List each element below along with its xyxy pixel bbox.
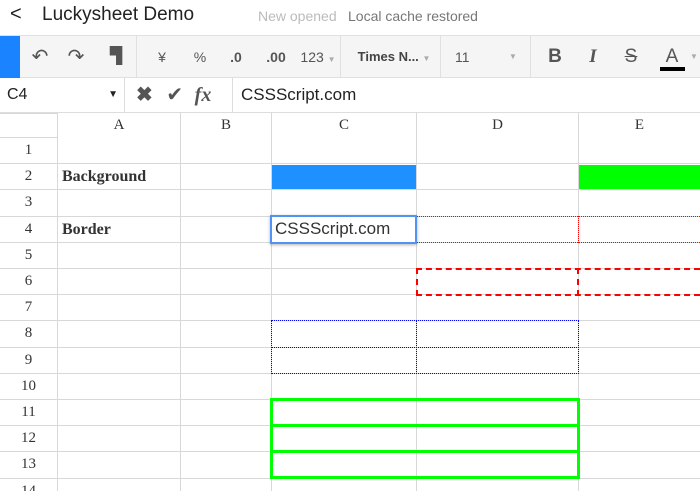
column-header-A[interactable]: A xyxy=(58,113,180,138)
formula-icons: ✖ ✔ fx xyxy=(136,78,211,112)
column-header-E[interactable]: E xyxy=(579,113,700,138)
font-family-dropdown[interactable]: Times N... ▼ xyxy=(352,36,436,78)
border-red-thin xyxy=(416,215,700,243)
name-box[interactable]: C4 ▼ xyxy=(0,78,125,112)
border-red-dashdot-divider xyxy=(577,268,579,296)
row-header-14[interactable]: 14 xyxy=(0,479,57,491)
row-header-11[interactable]: 11 xyxy=(0,400,57,425)
text-color-swatch xyxy=(660,67,685,71)
number-format-dropdown[interactable]: 123 ▼ xyxy=(298,36,338,78)
row-header-4[interactable]: 4 xyxy=(0,217,57,242)
formula-input[interactable]: CSSScript.com xyxy=(241,78,356,112)
column-header-D[interactable]: D xyxy=(417,113,578,138)
row-header-3[interactable]: 3 xyxy=(0,190,57,215)
row-header-7[interactable]: 7 xyxy=(0,295,57,320)
bold-button[interactable]: B xyxy=(544,36,566,78)
border-green-thick xyxy=(270,424,580,454)
currency-button[interactable]: ¥ xyxy=(150,36,174,78)
row-header-5[interactable]: 5 xyxy=(0,243,57,268)
row-header-9[interactable]: 9 xyxy=(0,348,57,373)
border-red-thin-divider xyxy=(578,215,579,243)
row-header-12[interactable]: 12 xyxy=(0,426,57,451)
redo-icon[interactable]: ↷ xyxy=(62,36,90,78)
row-header-1[interactable]: 1 xyxy=(0,138,57,163)
text-color-label: A xyxy=(665,46,679,67)
italic-button[interactable]: I xyxy=(582,36,604,78)
column-header-B[interactable]: B xyxy=(181,113,271,138)
toolbar-accent xyxy=(0,36,20,78)
row-header-13[interactable]: 13 xyxy=(0,452,57,477)
font-size-dropdown[interactable]: 11 ▼ xyxy=(455,36,525,78)
border-green-thick xyxy=(270,398,580,427)
function-icon[interactable]: fx xyxy=(195,84,212,106)
border-green-thick xyxy=(270,450,580,480)
percent-button[interactable]: % xyxy=(188,36,212,78)
strikethrough-button[interactable]: S xyxy=(620,36,642,78)
status-new-opened: New opened xyxy=(258,8,337,24)
row-header-2[interactable]: 2 xyxy=(0,164,57,189)
row-header-6[interactable]: 6 xyxy=(0,269,57,294)
cancel-icon[interactable]: ✖ xyxy=(136,84,153,106)
back-button[interactable]: < xyxy=(10,3,22,26)
chevron-down-icon[interactable]: ▼ xyxy=(108,78,118,112)
cell-fill-green xyxy=(579,165,700,191)
toolbar: ↶ ↷ ▜ ¥ % .0 .00 123 ▼ Times N... ▼ 11 ▼ … xyxy=(0,35,700,78)
border-blue-vline xyxy=(416,320,417,375)
column-header-C[interactable]: C xyxy=(272,113,416,138)
cell-ref: C4 xyxy=(7,86,28,103)
text-color-button[interactable]: A xyxy=(659,36,685,78)
font-size-label: 11 xyxy=(455,49,470,65)
text-color-dropdown-icon[interactable]: ▼ xyxy=(689,36,699,78)
row-header-8[interactable]: 8 xyxy=(0,321,57,346)
number-format-label: 123 xyxy=(300,49,324,65)
undo-icon[interactable]: ↶ xyxy=(26,36,54,78)
app-title: Luckysheet Demo xyxy=(42,4,195,25)
col-line xyxy=(180,113,181,491)
status-cache: Local cache restored xyxy=(348,8,478,24)
confirm-icon[interactable]: ✔ xyxy=(166,84,183,106)
increase-decimal-button[interactable]: .00 xyxy=(262,36,290,78)
border-blue-hline xyxy=(271,346,579,348)
border-red-dashdot xyxy=(416,268,700,296)
decrease-decimal-button[interactable]: .0 xyxy=(224,36,248,78)
format-painter-icon[interactable]: ▜ xyxy=(104,36,128,78)
cell-fill-blue xyxy=(272,165,416,191)
formula-bar: C4 ▼ ✖ ✔ fx CSSScript.com xyxy=(0,78,700,113)
app-header: < Luckysheet Demo New opened Local cache… xyxy=(0,0,700,32)
cell-A2[interactable]: Background xyxy=(58,164,146,190)
font-family-label: Times N... xyxy=(357,49,419,64)
selected-cell-C4[interactable]: CSSScript.com xyxy=(270,214,417,244)
row-header-10[interactable]: 10 xyxy=(0,374,57,399)
cell-A4[interactable]: Border xyxy=(58,217,111,243)
